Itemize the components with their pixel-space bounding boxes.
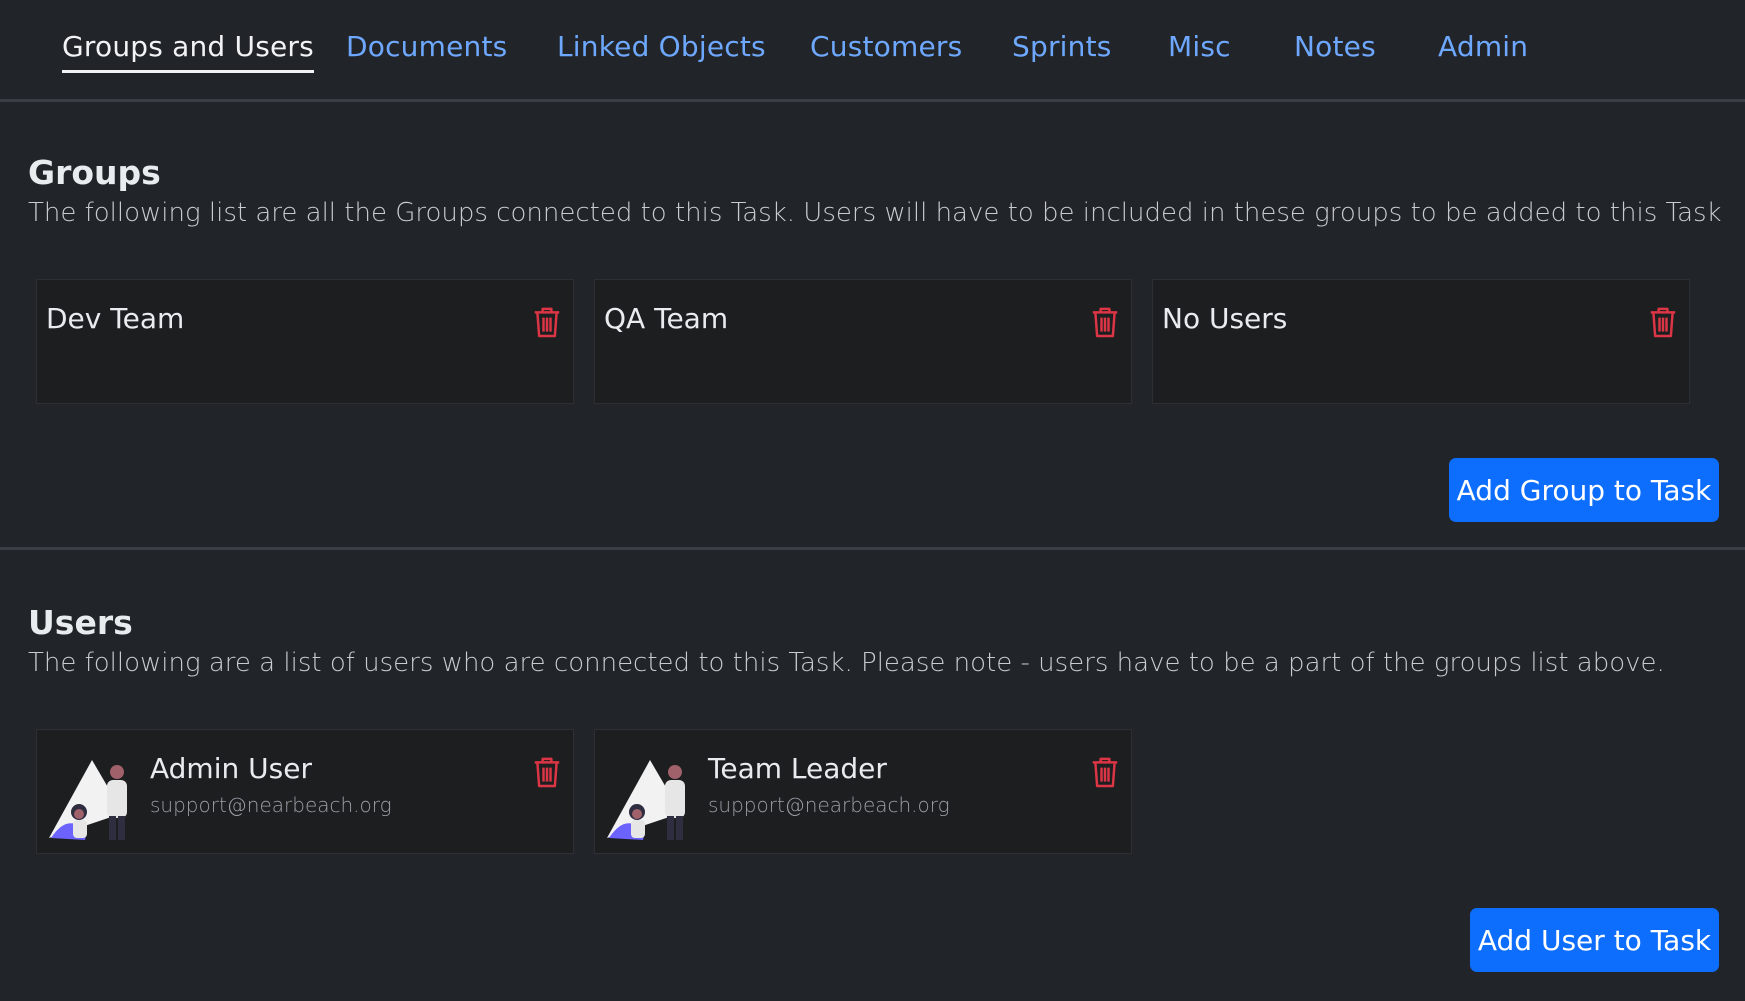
tab-notes[interactable]: Notes bbox=[1294, 30, 1376, 63]
tab-linked-objects[interactable]: Linked Objects bbox=[557, 30, 766, 63]
trash-icon[interactable] bbox=[533, 306, 561, 338]
user-email: support@nearbeach.org bbox=[708, 793, 950, 817]
group-card: QA Team bbox=[594, 279, 1132, 404]
group-name: No Users bbox=[1162, 302, 1288, 335]
user-avatar-illustration bbox=[607, 760, 685, 840]
tab-customers[interactable]: Customers bbox=[810, 30, 962, 63]
section-divider bbox=[0, 547, 1745, 550]
trash-icon[interactable] bbox=[1091, 756, 1119, 788]
user-card: Team Leader support@nearbeach.org bbox=[594, 729, 1132, 854]
user-name: Team Leader bbox=[708, 752, 887, 785]
trash-icon[interactable] bbox=[1091, 306, 1119, 338]
add-user-button[interactable]: Add User to Task bbox=[1470, 908, 1719, 972]
users-description: The following are a list of users who ar… bbox=[28, 648, 1665, 678]
trash-icon[interactable] bbox=[1649, 306, 1677, 338]
user-email: support@nearbeach.org bbox=[150, 793, 392, 817]
user-avatar-illustration bbox=[49, 760, 127, 840]
tab-documents[interactable]: Documents bbox=[346, 30, 507, 63]
trash-icon[interactable] bbox=[533, 756, 561, 788]
group-name: Dev Team bbox=[46, 302, 185, 335]
user-card: Admin User support@nearbeach.org bbox=[36, 729, 574, 854]
add-group-button[interactable]: Add Group to Task bbox=[1449, 458, 1719, 522]
groups-description: The following list are all the Groups co… bbox=[28, 198, 1722, 228]
tab-bar: Groups and Users Documents Linked Object… bbox=[0, 0, 1745, 102]
tab-admin[interactable]: Admin bbox=[1438, 30, 1528, 63]
user-name: Admin User bbox=[150, 752, 312, 785]
users-heading: Users bbox=[28, 603, 133, 642]
group-card: No Users bbox=[1152, 279, 1690, 404]
group-name: QA Team bbox=[604, 302, 729, 335]
groups-heading: Groups bbox=[28, 153, 161, 192]
group-card: Dev Team bbox=[36, 279, 574, 404]
tab-groups-and-users[interactable]: Groups and Users bbox=[62, 30, 314, 73]
tab-misc[interactable]: Misc bbox=[1168, 30, 1231, 63]
tab-sprints[interactable]: Sprints bbox=[1012, 30, 1112, 63]
